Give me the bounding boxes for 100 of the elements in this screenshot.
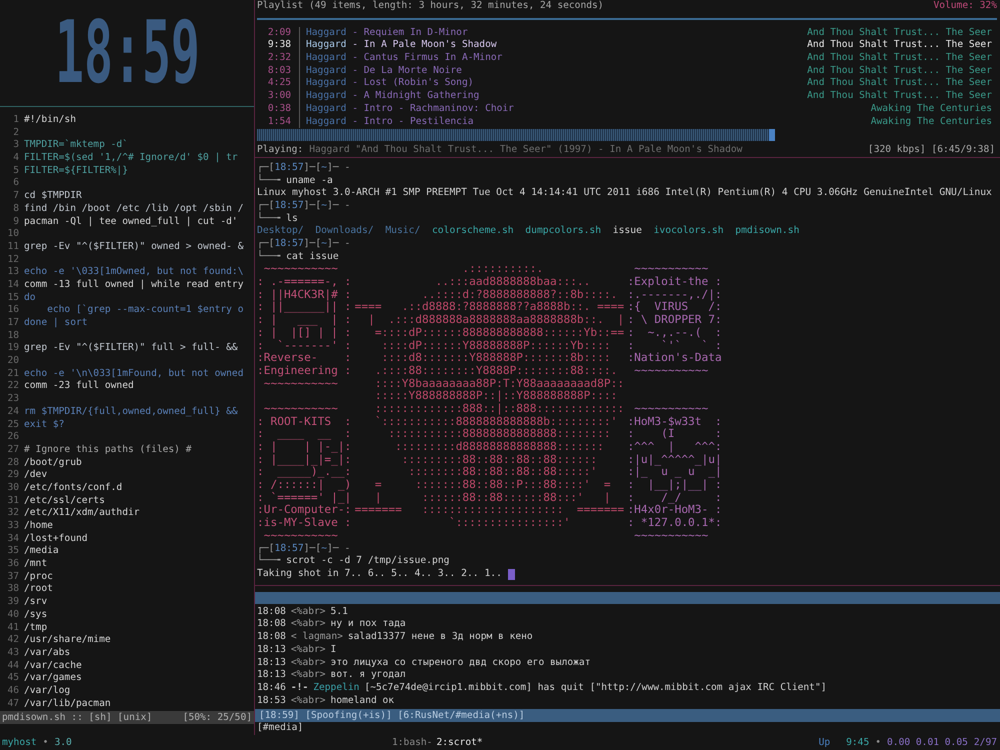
playlist-row[interactable]: 1:54 Haggard - Intro - Pestilencia Awaking The Centuries xyxy=(257,116,997,128)
code-line: find /bin /boot /etc /lib /opt /sbin / xyxy=(24,202,244,216)
code-line: /dev xyxy=(24,469,48,482)
code-line: /etc/ssl/certs xyxy=(24,494,105,508)
directory-name: Desktop/ xyxy=(257,225,304,238)
line-number: 17 xyxy=(6,317,19,330)
line-number: 20 xyxy=(6,355,19,368)
line-number: 19 xyxy=(6,342,19,356)
ascii-art-line: : /_/ : xyxy=(627,490,722,504)
input-line[interactable]: [#media] xyxy=(255,722,1000,735)
ascii-art-line: :Engineering : xyxy=(257,364,352,377)
directory-name: Music/ xyxy=(385,225,420,238)
line-number: 10 xyxy=(6,228,19,241)
editor-status-bar: pmdisown.sh :: [sh] [unix] [50%: 25/50] xyxy=(0,711,254,724)
clock-time: 18:59 xyxy=(54,10,200,96)
code-line: /mnt xyxy=(24,558,48,571)
line-number: 1 xyxy=(12,114,19,127)
message-time: 18:46 xyxy=(257,682,286,695)
ascii-art-line: : |____|_|=_|: xyxy=(257,452,352,466)
code-line: /var/cache xyxy=(24,660,82,672)
prompt-line: ┌─[18:57]─[~]─ - xyxy=(257,162,352,174)
line-number: 22 xyxy=(6,380,19,394)
directory-name: Downloads/ xyxy=(315,225,374,238)
code-line: comm -13 full owned | while read entry xyxy=(24,278,244,292)
ascii-art-line: ~~~~~~~~~~~ xyxy=(262,402,339,415)
ascii-art-line: :^^^ | ^^^: xyxy=(627,440,722,454)
code-line: TMPDIR=`mktemp -d` xyxy=(24,139,128,152)
ascii-art-line: :.-------,./|: xyxy=(627,288,722,301)
playlist-row[interactable]: 0:38 Haggard - Intro - Rachmaninov: Choir Awaking The Centuries xyxy=(257,102,997,116)
ascii-art-line: ::::::::88::88::88::88:::::' xyxy=(408,465,598,478)
ascii-art-line: : (I : xyxy=(627,427,722,440)
line-number: 5 xyxy=(12,164,19,178)
message-time: 18:13 xyxy=(257,644,286,657)
code-line: pacman -Ql | tee owned_full | cut -d' xyxy=(24,216,238,228)
window-tab[interactable]: 2:scrot* xyxy=(436,737,483,748)
line-number: 12 xyxy=(6,254,19,266)
playlist-row[interactable]: 3:00 Haggard - A Midnight Gathering And Thou Shalt Trust... The Seer xyxy=(257,90,997,103)
code-line: cd $TMPDIR xyxy=(24,190,82,203)
ascii-art-line: :H4x0r-HoM3- : xyxy=(627,503,722,516)
ascii-art-line: :::::::::88::88::88::88:::::: xyxy=(400,452,598,466)
code-line: do xyxy=(24,292,36,304)
code-line: /root xyxy=(24,583,53,596)
line-number: 44 xyxy=(6,660,19,672)
code-line: FILTER=${FILTER%|} xyxy=(24,164,128,178)
ascii-art-line: ~~~~~~~~~~~ xyxy=(633,402,710,415)
volume-label: Volume: 32% xyxy=(933,0,997,13)
nickname: <%abr> xyxy=(290,656,326,670)
ascii-art-line: : ||______|| : xyxy=(257,300,352,314)
playlist-row[interactable]: 8:03 Haggard - De La Morte Noire And Thou Shalt Trust... The Seer xyxy=(257,64,997,78)
ascii-art-line: ~~~~~~~~~~~ xyxy=(633,528,710,542)
ascii-art-line: : |__|;|__| : xyxy=(627,478,722,492)
file-name: pmdisown.sh xyxy=(735,225,800,238)
nickname: -!- xyxy=(290,682,308,695)
chat-message: [~5c7e74de@ircip1.mibbit.com] has quit ["http://www.mibbit.com ajax IRC Client"] xyxy=(364,682,827,695)
playlist-row[interactable]: 9:38 Haggard - In A Pale Moon's Shadow And Thou Shalt Trust... The Seer xyxy=(257,39,997,52)
line-number: 9 xyxy=(12,216,19,228)
ascii-art-line: :Reverse- : xyxy=(257,351,352,364)
line-number: 43 xyxy=(6,646,19,660)
file-name: issue xyxy=(612,225,642,238)
system-stat: 0.00 0.01 0.05 xyxy=(887,737,968,748)
ascii-art-line: =::::dP::::::888888888888::::::Yb::== xyxy=(374,326,624,339)
ascii-art-line: .::::::::::. xyxy=(461,262,544,276)
line-number: 29 xyxy=(6,469,19,482)
ascii-art-line: .::::88::::::::Y8888P::::::::88::::. xyxy=(374,364,618,377)
playlist-row[interactable]: 2:09 Haggard - Requiem In D-Minor And Thou Shalt Trust... The Seer xyxy=(257,26,997,40)
line-number: 36 xyxy=(6,558,19,571)
command-line: └──╼ scrot -c -d 7 /tmp/issue.png xyxy=(257,555,450,568)
file-name: colorscheme.sh xyxy=(432,225,514,238)
playlist-row[interactable]: 2:32 Haggard - Cantus Firmus In A-Minor And Thou Shalt Trust... The Seer xyxy=(257,52,997,65)
ascii-art-line: :HoM3-$w33t : xyxy=(627,414,722,428)
message-time: 18:08 xyxy=(257,606,286,618)
ascii-art-line: `:::::::::::8888888888888b:::::::::' xyxy=(374,414,618,428)
chat-message: salad13377 нене в 3д норм в кено xyxy=(348,631,533,644)
ascii-art-line: : ~.,.--.( : xyxy=(627,326,722,339)
separator-dot: • xyxy=(42,737,48,748)
line-number: 41 xyxy=(6,622,19,634)
ascii-art-line: : | | |-_|: xyxy=(257,440,352,454)
ascii-art-line: ~~~~~~~~~~~ xyxy=(633,364,710,377)
code-line: /etc/fonts/conf.d xyxy=(24,482,122,495)
line-number: 15 xyxy=(6,292,19,304)
ascii-art-line: ======= ::::::::::::::::::::: ======= xyxy=(354,503,624,516)
nickname: <%abr> xyxy=(290,618,326,632)
playlist-row[interactable]: 4:25 Haggard - Lost (Robin's Song) And Thou Shalt Trust... The Seer xyxy=(257,77,997,90)
ascii-art-line: :Exploit-the : xyxy=(627,275,722,288)
ascii-art-line: :|u|_^^^^^_|u| xyxy=(627,452,722,466)
ascii-art-line: : ROOT-KITS : xyxy=(257,414,352,428)
ascii-art-line: ::::d8:::::::Y888888P:::::::8b:::: xyxy=(380,351,611,364)
line-number: 14 xyxy=(6,278,19,292)
command-line: └──╼ ls xyxy=(257,212,299,226)
window-tab[interactable]: 1:bash- xyxy=(392,737,432,748)
code-line: /home xyxy=(24,520,53,533)
prompt-line: ┌─[18:57]─[~]─ - xyxy=(257,542,352,554)
code-line: comm -23 full owned xyxy=(24,380,134,394)
code-line: /media xyxy=(24,545,59,558)
file-name: dumpcolors.sh xyxy=(525,225,602,238)
code-line: /sys xyxy=(24,608,48,622)
ascii-art-line: | ::::::88::88::::::88:::' | xyxy=(374,490,611,504)
line-number: 34 xyxy=(6,532,19,546)
ascii-art-line: :::::::::d88888888888888::::::: xyxy=(394,440,604,454)
code-line: grep -Ev "^($FILTER)" owned > owned- & xyxy=(24,240,244,254)
